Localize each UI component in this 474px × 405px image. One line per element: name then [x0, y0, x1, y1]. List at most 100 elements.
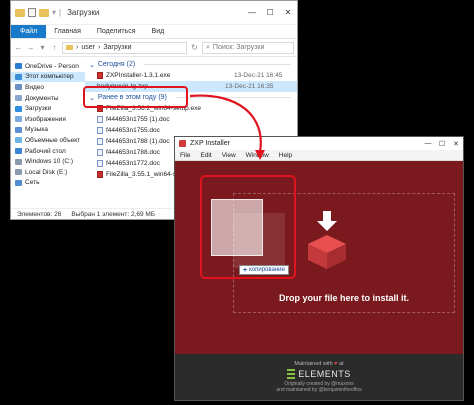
- menu-edit[interactable]: Edit: [195, 152, 216, 159]
- sidebar-item-label: Загрузки: [25, 105, 52, 113]
- file-name: f444653n1755.doc: [106, 127, 160, 134]
- heart-icon: ♥: [334, 361, 338, 367]
- exe-file-icon: [97, 171, 103, 178]
- zxp-menu-bar: File Edit View Window Help: [175, 150, 463, 161]
- sidebar-item-label: Этот компьютер: [25, 73, 74, 81]
- chevron-down-icon[interactable]: ⌄: [89, 61, 95, 69]
- music-icon: [15, 126, 22, 133]
- sidebar-item[interactable]: Загрузки: [11, 103, 85, 114]
- sidebar-item[interactable]: Этот компьютер: [11, 71, 85, 83]
- download-folder-icon: [66, 45, 73, 50]
- maximize-icon[interactable]: ☐: [435, 137, 449, 150]
- sidebar-item-label: Сеть: [25, 179, 40, 187]
- title-separator: |: [59, 8, 62, 17]
- window-title: Загрузки: [67, 8, 100, 17]
- elements-brand[interactable]: ELEMENTS: [287, 369, 351, 379]
- drop-highlight-frame: [200, 175, 296, 279]
- file-name: ZXPInstaller-1.3.1.exe: [106, 72, 171, 79]
- menu-window[interactable]: Window: [241, 152, 274, 159]
- tab-share[interactable]: Поделиться: [89, 28, 144, 35]
- address-bar[interactable]: › user › Загрузки: [62, 41, 187, 54]
- sidebar-item[interactable]: Объемные объект: [11, 135, 85, 146]
- maximize-icon[interactable]: ☐: [261, 1, 279, 24]
- maintained-at: at: [338, 361, 344, 367]
- minimize-icon[interactable]: —: [421, 137, 435, 150]
- tab-view[interactable]: Вид: [144, 28, 173, 35]
- sidebar-item-label: Рабочий стол: [25, 147, 66, 155]
- file-row[interactable]: ZXPInstaller-1.3.1.exe 13-Dec-21 16:45: [85, 70, 297, 81]
- menu-view[interactable]: View: [217, 152, 241, 159]
- address-row: ← → ▾ ↑ › user › Загрузки ↻ ⌕ Поиск: Заг…: [11, 39, 297, 57]
- sidebar-item[interactable]: Сеть: [11, 178, 85, 189]
- sidebar-item[interactable]: OneDrive - Person: [11, 61, 85, 72]
- menu-help[interactable]: Help: [274, 152, 297, 159]
- back-icon[interactable]: ←: [14, 43, 23, 52]
- sidebar-item-label: Изображения: [25, 115, 66, 123]
- navigation-pane: OneDrive - Person Этот компьютер Видео Доку…: [11, 57, 85, 208]
- refresh-icon[interactable]: ↻: [190, 43, 199, 52]
- sidebar-item-label: Музыка: [25, 126, 48, 134]
- close-icon[interactable]: ✕: [449, 137, 463, 150]
- selection-info: Выбран 1 элемент: 2,69 МБ: [71, 210, 156, 218]
- downloads-icon: [15, 105, 22, 112]
- drive-icon: [15, 169, 22, 176]
- group-header[interactable]: ⌄ Сегодня (2): [85, 59, 297, 70]
- breadcrumb-user[interactable]: user: [81, 44, 95, 51]
- item-count: Элементов: 26: [17, 210, 62, 218]
- sidebar-item[interactable]: Рабочий стол: [11, 146, 85, 157]
- maintained-label: Maintained with: [294, 361, 333, 367]
- recent-dropdown-icon[interactable]: ▾: [38, 43, 47, 52]
- doc-file-icon: [97, 160, 103, 167]
- cloud-icon: [15, 63, 22, 70]
- doc-file-icon: [97, 138, 103, 145]
- desktop-icon: [15, 148, 22, 155]
- sidebar-item-label: Local Disk (E:): [25, 168, 68, 176]
- zxp-drop-area[interactable]: Drop your file here to install it. + коп…: [175, 161, 463, 356]
- sidebar-item[interactable]: Музыка: [11, 125, 85, 136]
- sidebar-item[interactable]: Local Disk (E:): [11, 167, 85, 178]
- sidebar-item[interactable]: Документы: [11, 93, 85, 104]
- breadcrumb-separator-icon: ›: [97, 44, 101, 51]
- doc-file-icon: [97, 149, 103, 156]
- doc-file-icon: [97, 127, 103, 134]
- properties-icon[interactable]: [28, 8, 36, 17]
- file-name: f444653n1755 (1).doc: [106, 116, 170, 123]
- sidebar-item[interactable]: Windows 10 (C:): [11, 156, 85, 167]
- zxp-window-title: ZXP Installer: [190, 140, 230, 147]
- elements-brand-label: ELEMENTS: [298, 369, 351, 379]
- close-icon[interactable]: ✕: [279, 1, 297, 24]
- sidebar-item[interactable]: Видео: [11, 82, 85, 93]
- tab-home[interactable]: Главная: [46, 28, 89, 35]
- documents-icon: [15, 95, 22, 102]
- breadcrumb-downloads[interactable]: Загрузки: [103, 44, 131, 51]
- network-icon: [15, 179, 22, 186]
- 3d-objects-icon: [15, 137, 22, 144]
- search-placeholder: Поиск: Загрузки: [212, 44, 265, 51]
- zxp-titlebar: ZXP Installer — ☐ ✕: [175, 137, 463, 150]
- minimize-icon[interactable]: —: [243, 1, 261, 24]
- pictures-icon: [15, 116, 22, 123]
- folder-icon: [15, 8, 25, 17]
- zxp-installer-window: ZXP Installer — ☐ ✕ File Edit View Windo…: [174, 136, 464, 401]
- search-icon: ⌕: [206, 43, 210, 51]
- exe-file-icon: [97, 72, 103, 79]
- up-icon[interactable]: ↑: [50, 43, 59, 52]
- menu-file[interactable]: File: [175, 152, 195, 159]
- file-row[interactable]: f444653n1755.doc: [85, 125, 297, 136]
- zxp-logo-icon: [179, 140, 186, 147]
- tab-file[interactable]: Файл: [11, 25, 47, 38]
- file-date: 13-Dec-21 16:45: [234, 72, 283, 79]
- forward-icon[interactable]: →: [26, 43, 35, 52]
- search-input[interactable]: ⌕ Поиск: Загрузки: [202, 41, 294, 54]
- sidebar-item-label: Объемные объект: [25, 136, 81, 144]
- explorer-titlebar: ▾ | Загрузки — ☐ ✕: [11, 1, 297, 25]
- computer-icon: [15, 73, 22, 80]
- file-highlight-frame: [83, 86, 188, 108]
- sidebar-item[interactable]: Изображения: [11, 114, 85, 125]
- file-row[interactable]: f444653n1755 (1).doc: [85, 114, 297, 125]
- credit-line-2: and maintained by @benjamintheoffes: [276, 387, 362, 393]
- zxp-window-controls: — ☐ ✕: [421, 137, 463, 150]
- group-header-label: Сегодня (2): [97, 61, 136, 68]
- new-folder-icon[interactable]: [39, 8, 49, 17]
- quick-access-dropdown-icon[interactable]: ▾: [52, 8, 56, 17]
